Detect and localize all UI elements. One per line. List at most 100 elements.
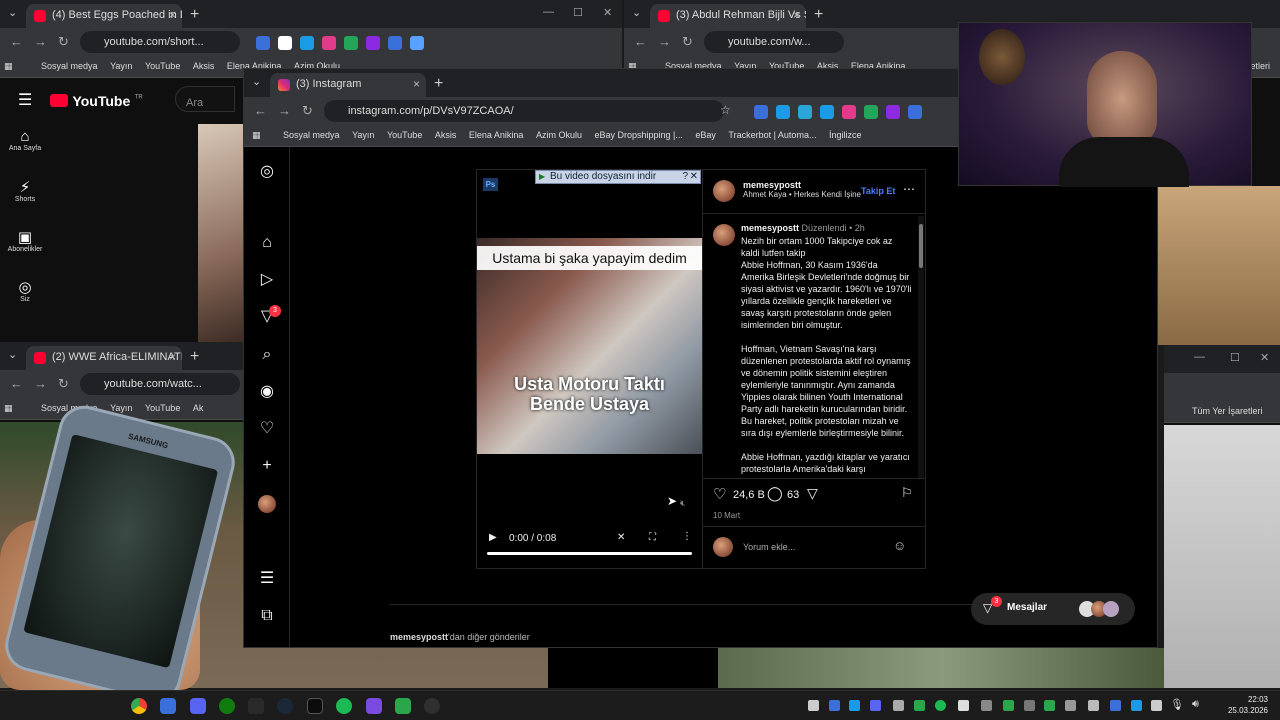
tray-app-icon[interactable] bbox=[1065, 700, 1076, 711]
address-bar[interactable]: youtube.com/short... bbox=[80, 31, 240, 53]
spotify-icon[interactable] bbox=[336, 698, 352, 714]
bookmark[interactable]: YouTube bbox=[145, 403, 180, 413]
download-video-bar[interactable]: ▶ Bu video dosyasını indir ? ✕ bbox=[535, 170, 701, 184]
comment-icon[interactable]: ◯ bbox=[767, 485, 783, 502]
maximize-icon[interactable]: ☐ bbox=[573, 6, 583, 19]
address-bar[interactable]: youtube.com/watc... bbox=[80, 373, 240, 395]
minimize-icon[interactable]: — bbox=[543, 6, 554, 18]
bookmark[interactable]: Ak bbox=[193, 403, 204, 413]
speaker-icon[interactable]: 🔊︎ bbox=[1192, 698, 1199, 711]
tray-app-icon[interactable] bbox=[1131, 700, 1142, 711]
bookmark[interactable]: Elena Anikina bbox=[469, 130, 524, 140]
bookmark[interactable]: Azim Okulu bbox=[536, 130, 582, 140]
bookmark[interactable]: Trackerbot | Automa... bbox=[728, 130, 816, 140]
tray-app-icon[interactable] bbox=[870, 700, 881, 711]
tray-app-icon[interactable] bbox=[849, 700, 860, 711]
emoji-icon[interactable]: ☺ bbox=[893, 538, 906, 553]
messages-button[interactable]: ▽ 3 Mesajlar bbox=[971, 593, 1135, 625]
tray-app-icon[interactable] bbox=[1151, 700, 1162, 711]
back-icon[interactable]: ← bbox=[10, 34, 23, 49]
discord-icon[interactable] bbox=[190, 698, 206, 714]
home-icon[interactable]: ⌂ bbox=[258, 234, 276, 252]
audio-line[interactable]: Ahmet Kaya • Herkes Kendi İşine bbox=[743, 190, 861, 199]
reels-icon[interactable]: ▷ bbox=[258, 271, 276, 289]
bookmark[interactable]: İngilizce bbox=[829, 130, 862, 140]
scroll-thumb[interactable] bbox=[919, 224, 923, 268]
forward-icon[interactable]: → bbox=[34, 376, 47, 391]
tray-app-icon[interactable] bbox=[808, 700, 819, 711]
notifications-heart-icon[interactable]: ♡ bbox=[258, 420, 276, 438]
download-help-icon[interactable]: ? bbox=[682, 171, 688, 182]
maximize-icon[interactable]: ☐ bbox=[1230, 351, 1240, 364]
bookmark[interactable]: Yayın bbox=[352, 130, 374, 140]
youtube-logo[interactable]: YouTube TR bbox=[50, 92, 143, 110]
bookmark-star-icon[interactable]: ☆ bbox=[720, 103, 731, 117]
chrome-icon[interactable] bbox=[131, 698, 147, 714]
tab-best-eggs[interactable]: (4) Best Eggs Poached in Iro × bbox=[26, 4, 182, 28]
more-menu-icon[interactable]: ☰ bbox=[258, 570, 276, 588]
profile-avatar[interactable] bbox=[258, 495, 276, 513]
also-from-meta-icon[interactable]: ⧉ bbox=[258, 607, 276, 625]
follow-button[interactable]: Takip Et bbox=[861, 186, 895, 196]
apps-icon[interactable]: ▦ bbox=[4, 403, 13, 414]
epic-games-icon[interactable] bbox=[248, 698, 264, 714]
share-icon[interactable]: ▽ bbox=[807, 485, 818, 502]
back-icon[interactable]: ← bbox=[254, 103, 267, 118]
close-tab-icon[interactable]: × bbox=[413, 77, 420, 91]
all-bookmarks[interactable]: Tüm Yer İşaretleri bbox=[1192, 406, 1263, 416]
close-tab-icon[interactable]: × bbox=[793, 8, 800, 22]
like-icon[interactable]: ♡ bbox=[713, 485, 726, 503]
play-icon[interactable]: ▶ bbox=[489, 532, 497, 543]
apps-icon[interactable]: ▦ bbox=[252, 130, 261, 141]
caption-scrollbar[interactable] bbox=[918, 216, 924, 478]
nav-account[interactable]: ◎ Siz bbox=[0, 278, 50, 328]
comment-count[interactable]: 63 bbox=[787, 489, 799, 501]
bookmark[interactable]: YouTube bbox=[387, 130, 422, 140]
mute-toggle-icon[interactable]: ✕ bbox=[617, 532, 625, 543]
bookmark[interactable]: eBay bbox=[695, 130, 716, 140]
caption-username[interactable]: memesypostt bbox=[741, 223, 799, 233]
tray-app-icon[interactable] bbox=[1110, 700, 1121, 711]
microphone-icon[interactable]: 🎙︎ bbox=[1170, 698, 1184, 711]
app-icon[interactable] bbox=[160, 698, 176, 714]
fullscreen-icon[interactable]: ⛶ bbox=[649, 532, 656, 543]
bookmark[interactable]: eBay Dropshipping |... bbox=[594, 130, 682, 140]
nav-shorts[interactable]: ⚡ Shorts bbox=[0, 178, 50, 228]
new-tab-icon[interactable]: + bbox=[190, 6, 199, 24]
forward-icon[interactable]: → bbox=[658, 34, 671, 49]
bookmark[interactable]: Aksis bbox=[435, 130, 457, 140]
bookmark[interactable]: Yayın bbox=[110, 61, 132, 71]
post-options-icon[interactable]: ⋯ bbox=[903, 182, 915, 196]
tray-app-icon[interactable] bbox=[958, 700, 969, 711]
tab-abdul-rehman[interactable]: (3) Abdul Rehman Bijli Vs Si × bbox=[650, 4, 806, 28]
tab-menu-icon[interactable]: ⌄ bbox=[8, 6, 17, 19]
video-player[interactable]: Ps ▶ Bu video dosyasını indir ? ✕ Ustama… bbox=[477, 170, 702, 568]
reload-icon[interactable]: ↻ bbox=[302, 103, 313, 119]
xbox-icon[interactable] bbox=[219, 698, 235, 714]
tray-app-icon[interactable] bbox=[1003, 700, 1014, 711]
close-window-icon[interactable]: ✕ bbox=[603, 6, 612, 19]
video-more-icon[interactable]: ⋮ bbox=[682, 531, 692, 542]
tray-app-icon[interactable] bbox=[935, 700, 946, 711]
comment-input[interactable]: Yorum ekle... bbox=[743, 542, 795, 552]
tray-app-icon[interactable] bbox=[893, 700, 904, 711]
more-posts-heading[interactable]: memesypostt'dan diğer gönderiler bbox=[390, 632, 530, 642]
forward-icon[interactable]: → bbox=[34, 34, 47, 49]
download-close-icon[interactable]: ✕ bbox=[690, 171, 698, 182]
extension-icons[interactable] bbox=[750, 103, 926, 121]
reload-icon[interactable]: ↻ bbox=[58, 376, 69, 392]
new-tab-icon[interactable]: + bbox=[434, 75, 443, 93]
close-tab-icon[interactable]: × bbox=[169, 350, 176, 364]
tray-app-icon[interactable] bbox=[981, 700, 992, 711]
instagram-logo-icon[interactable]: ◎ bbox=[258, 163, 276, 181]
steam-icon[interactable] bbox=[277, 698, 293, 714]
search-icon[interactable]: ⌕ bbox=[258, 346, 276, 364]
tray-app-icon[interactable] bbox=[1044, 700, 1055, 711]
muted-icon[interactable]: 🔇︎ bbox=[680, 498, 686, 509]
grid-app-icon[interactable] bbox=[366, 698, 382, 714]
apps-icon[interactable]: ▦ bbox=[4, 61, 13, 72]
tray-app-icon[interactable] bbox=[1088, 700, 1099, 711]
tab-menu-icon[interactable]: ⌄ bbox=[632, 6, 641, 19]
bookmark[interactable]: Sosyal medya bbox=[41, 61, 98, 71]
media-player-icon[interactable] bbox=[395, 698, 411, 714]
